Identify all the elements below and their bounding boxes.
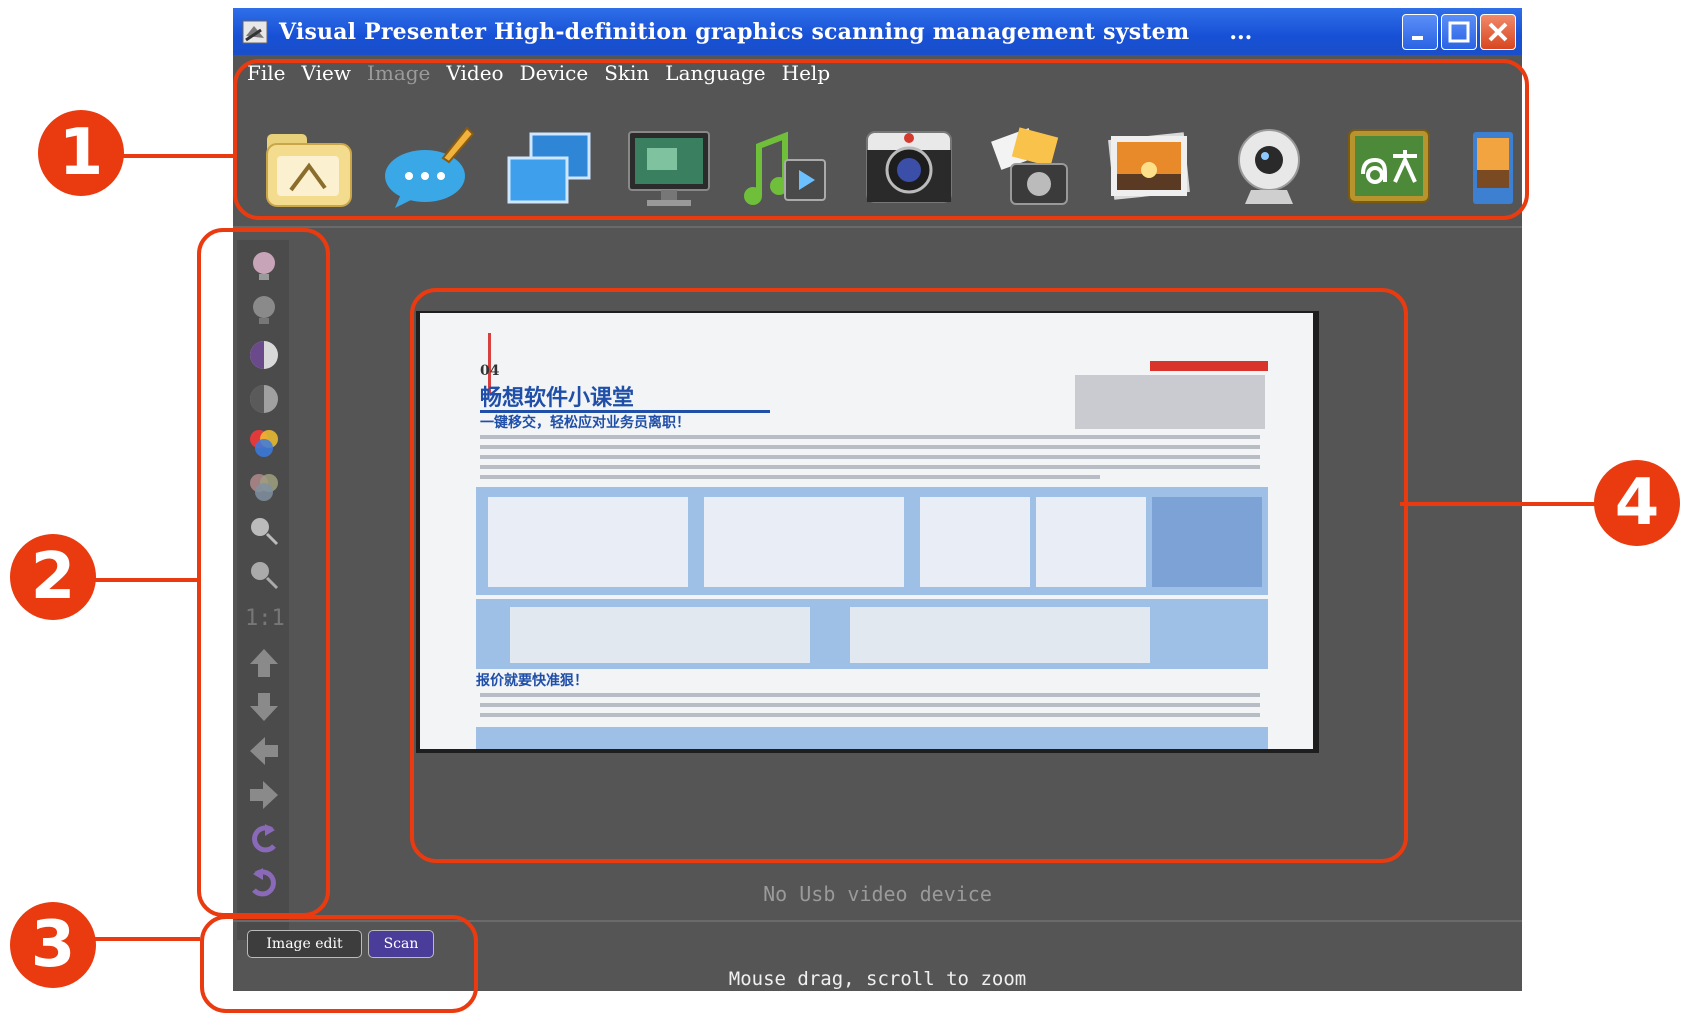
callout-leader-2 [86, 578, 198, 582]
callout-badge-4: 4 [1594, 460, 1680, 546]
app-icon [242, 20, 268, 43]
title-bar[interactable]: Visual Presenter High-definition graphic… [233, 8, 1522, 55]
callout-leader-1 [118, 154, 234, 158]
callout-leader-3 [86, 937, 200, 941]
callout-box-4 [410, 288, 1408, 863]
toolbar-separator [233, 226, 1522, 228]
callout-box-3 [200, 915, 478, 1013]
close-button[interactable] [1480, 14, 1516, 50]
no-device-message: No Usb video device [763, 882, 992, 906]
window-title-overflow: ... [1229, 18, 1253, 45]
callout-box-2 [197, 228, 330, 917]
maximize-icon [1448, 21, 1470, 43]
minimize-button[interactable] [1402, 14, 1438, 50]
callout-leader-4 [1400, 502, 1596, 506]
callout-badge-2: 2 [10, 534, 96, 620]
maximize-button[interactable] [1441, 14, 1477, 50]
callout-box-1 [233, 59, 1529, 220]
callout-badge-3: 3 [10, 902, 96, 988]
minimize-icon [1412, 36, 1423, 40]
close-icon [1488, 22, 1508, 42]
window-title: Visual Presenter High-definition graphic… [279, 18, 1190, 45]
callout-badge-1: 1 [38, 110, 124, 196]
